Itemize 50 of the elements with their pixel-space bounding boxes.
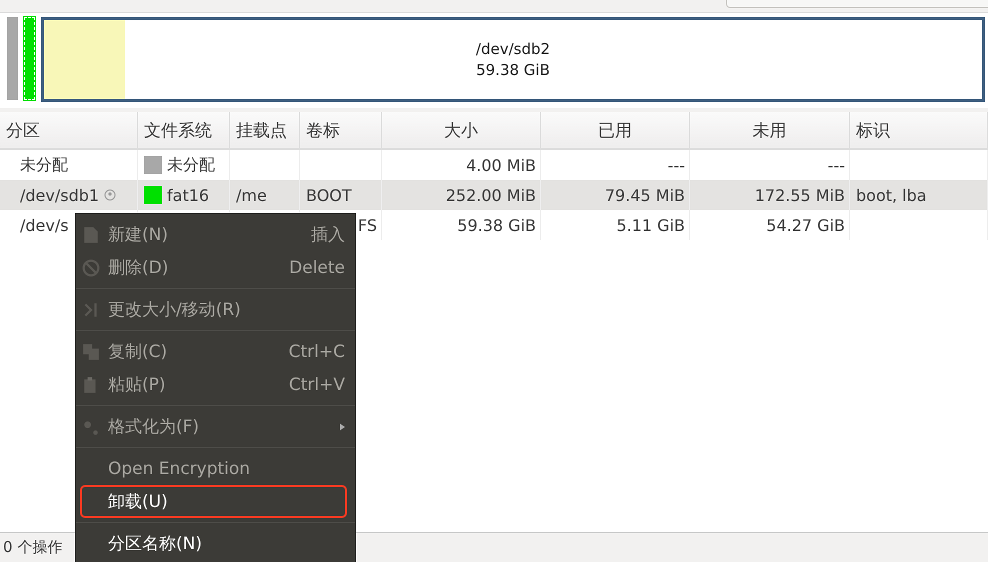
menu-label: 粘贴(P) [108, 374, 166, 396]
menu-label: Open Encryption [108, 458, 250, 478]
shortcut-text: Delete [289, 258, 345, 278]
table-cell: 5.11 GiB [616, 216, 685, 234]
table-cell: --- [668, 156, 685, 174]
column-header[interactable]: 标识 [850, 112, 988, 148]
table-cell: --- [828, 156, 845, 174]
table-cell: 54.27 GiB [766, 216, 845, 234]
partition-segment[interactable]: /dev/sdb2 59.38 GiB [41, 17, 985, 102]
menu-label: 复制(C) [108, 341, 168, 363]
column-header[interactable]: 未用 [690, 112, 850, 148]
column-header[interactable]: 卷标 [300, 112, 382, 148]
document-icon [82, 226, 100, 244]
table-cell: /dev/sdb1 [20, 186, 100, 204]
table-cell: boot, lba [856, 186, 927, 204]
table-cell: 79.45 MiB [604, 186, 685, 204]
column-header[interactable]: 已用 [541, 112, 690, 148]
column-header[interactable]: 挂载点 [230, 112, 300, 148]
menu-item[interactable]: 卸载(U) [80, 485, 347, 518]
menu-label: 格式化为(F) [108, 416, 200, 438]
copy-icon [82, 342, 100, 360]
status-text: 0 个操作 [3, 538, 62, 557]
partition-size: 59.38 GiB [476, 60, 550, 80]
menu-label: 卸载(U) [108, 491, 168, 513]
table-cell: BOOT [306, 186, 352, 204]
column-header[interactable]: 大小 [382, 112, 541, 148]
partition-segment[interactable] [24, 17, 35, 100]
table-cell: fat16 [167, 186, 210, 204]
table-cell: 252.00 MiB [446, 186, 536, 204]
shortcut-text: Ctrl+V [288, 374, 345, 394]
table-cell: 4.00 MiB [466, 156, 536, 174]
submenu-arrow-icon [340, 422, 345, 430]
table-cell: 172.55 MiB [754, 186, 845, 204]
table-cell: 未分配 [167, 154, 215, 176]
table-row[interactable]: /dev/sdb1 fat16 /me BOOT 252.00 MiB 79.45 MiB 172.55 MiB boot, lba [0, 180, 988, 210]
prohibited-icon [82, 258, 100, 276]
table-cell: 59.38 GiB [457, 216, 536, 234]
table-cell: /dev/s [20, 216, 69, 234]
column-header[interactable]: 分区 [0, 112, 138, 148]
column-header[interactable]: 文件系统 [138, 112, 230, 148]
table-cell: /me [236, 186, 267, 204]
unallocated-segment[interactable] [7, 17, 18, 100]
table-cell: 未分配 [20, 154, 68, 176]
partition-name: /dev/sdb2 [476, 38, 550, 60]
shortcut-text: Ctrl+C [288, 342, 345, 362]
table-cell: FS [358, 216, 377, 234]
menu-label: 更改大小/移动(R) [108, 299, 241, 321]
menu-label: 删除(D) [108, 257, 168, 279]
menu-label: 分区名称(N) [108, 533, 202, 555]
menu-item[interactable]: 分区名称(N) [76, 527, 355, 560]
